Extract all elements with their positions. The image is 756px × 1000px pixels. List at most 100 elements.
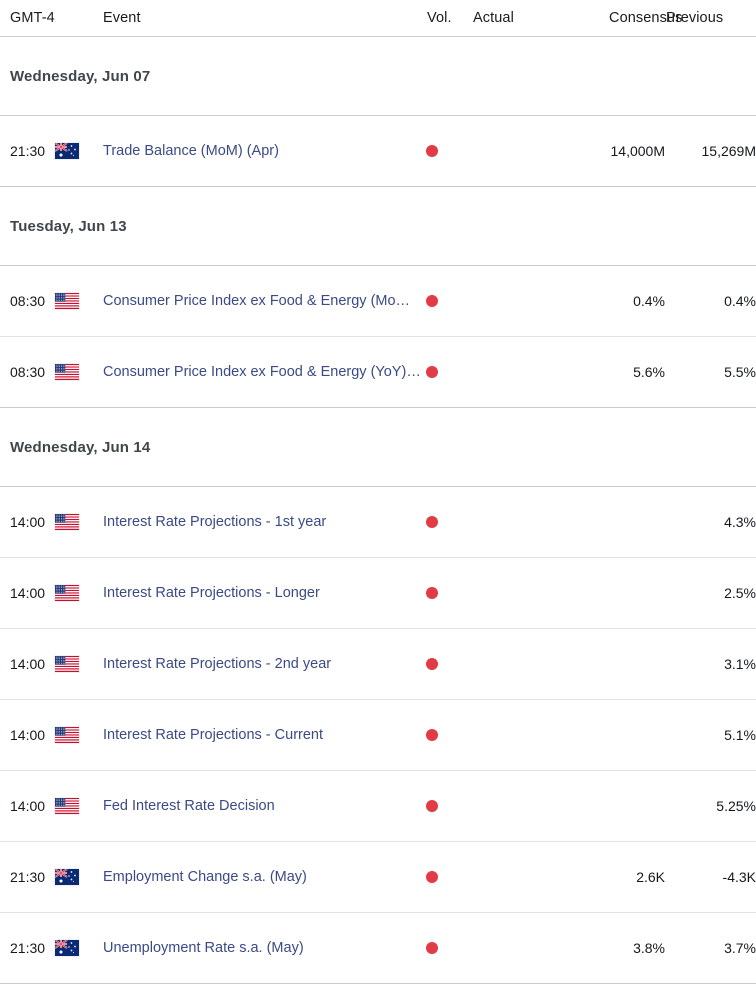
event-name-link[interactable]: Interest Rate Projections - 2nd year: [103, 656, 423, 672]
red-dot-icon: [426, 729, 438, 741]
day-header-band: Tuesday, Jun 13: [0, 187, 756, 265]
event-time: 21:30: [10, 869, 46, 885]
consensus-value: 2.6K: [636, 869, 665, 885]
consensus-value: 14,000M: [610, 143, 665, 159]
calendar-column-header: GMT-4 Event Vol. Actual Consensus Previo…: [0, 0, 756, 36]
volatility-cell: [423, 942, 473, 954]
flag-us-icon: [55, 585, 79, 601]
column-header-previous: Previous: [666, 10, 724, 26]
column-header-actual: Actual: [473, 10, 514, 26]
event-name-link[interactable]: Consumer Price Index ex Food & Energy (Y…: [103, 364, 423, 380]
event-time: 08:30: [10, 293, 46, 309]
country-flag-cell: [55, 514, 103, 530]
column-header-consensus: Consensus: [609, 10, 683, 26]
day-header-band: Wednesday, Jun 07: [0, 37, 756, 115]
day-header-band: Wednesday, Jun 14: [0, 408, 756, 486]
flag-us-icon: [55, 293, 79, 309]
previous-value: -4.3K: [722, 869, 756, 885]
red-dot-icon: [426, 145, 438, 157]
table-row[interactable]: 08:30 Consumer Price Index ex Food & Ener…: [0, 266, 756, 336]
previous-value: 15,269M: [701, 143, 756, 159]
volatility-cell: [423, 800, 473, 812]
day-header-label: Wednesday, Jun 07: [10, 67, 151, 85]
country-flag-cell: [55, 798, 103, 814]
volatility-cell: [423, 729, 473, 741]
previous-value: 5.25%: [716, 798, 756, 814]
country-flag-cell: [55, 293, 103, 309]
consensus-value: 5.6%: [633, 364, 665, 380]
event-time: 14:00: [10, 727, 46, 743]
table-row[interactable]: 08:30 Consumer Price Index ex Food & Ener…: [0, 337, 756, 407]
previous-value: 2.5%: [724, 585, 756, 601]
volatility-cell: [423, 366, 473, 378]
red-dot-icon: [426, 871, 438, 883]
economic-calendar: GMT-4 Event Vol. Actual Consensus Previo…: [0, 0, 756, 984]
table-row[interactable]: 14:00 Interest Rate Projections - Current…: [0, 700, 756, 770]
red-dot-icon: [426, 516, 438, 528]
table-row[interactable]: 14:00 Interest Rate Projections - Longer 2…: [0, 558, 756, 628]
event-time: 14:00: [10, 798, 46, 814]
event-time: 08:30: [10, 364, 46, 380]
red-dot-icon: [426, 295, 438, 307]
table-row[interactable]: 21:30 Unemployment Rate s.a. (May) 3.8% 3.7…: [0, 913, 756, 983]
volatility-cell: [423, 295, 473, 307]
row-divider: [0, 983, 756, 984]
table-row[interactable]: 14:00 Fed Interest Rate Decision 5.25%: [0, 771, 756, 841]
flag-au-icon: [55, 940, 79, 956]
event-time: 21:30: [10, 940, 46, 956]
volatility-cell: [423, 871, 473, 883]
event-name-link[interactable]: Interest Rate Projections - Longer: [103, 585, 423, 601]
red-dot-icon: [426, 800, 438, 812]
event-name-link[interactable]: Trade Balance (MoM) (Apr): [103, 143, 423, 159]
table-row[interactable]: 14:00 Interest Rate Projections - 1st yea…: [0, 487, 756, 557]
country-flag-cell: [55, 940, 103, 956]
event-name-link[interactable]: Unemployment Rate s.a. (May): [103, 940, 423, 956]
event-time: 14:00: [10, 585, 46, 601]
volatility-cell: [423, 587, 473, 599]
flag-us-icon: [55, 364, 79, 380]
country-flag-cell: [55, 869, 103, 885]
volatility-cell: [423, 658, 473, 670]
flag-us-icon: [55, 798, 79, 814]
previous-value: 0.4%: [724, 293, 756, 309]
column-header-timezone: GMT-4: [10, 10, 55, 26]
event-time: 21:30: [10, 143, 46, 159]
calendar-body: Wednesday, Jun 07 21:30 Trade Balance (MoM…: [0, 37, 756, 984]
event-name-link[interactable]: Consumer Price Index ex Food & Energy (M…: [103, 293, 423, 309]
previous-value: 3.7%: [724, 940, 756, 956]
table-row[interactable]: 14:00 Interest Rate Projections - 2nd yea…: [0, 629, 756, 699]
previous-value: 5.5%: [724, 364, 756, 380]
column-header-volatility: Vol.: [427, 10, 452, 26]
country-flag-cell: [55, 364, 103, 380]
previous-value: 4.3%: [724, 514, 756, 530]
event-name-link[interactable]: Fed Interest Rate Decision: [103, 798, 423, 814]
red-dot-icon: [426, 587, 438, 599]
column-header-event: Event: [103, 10, 141, 26]
country-flag-cell: [55, 656, 103, 672]
country-flag-cell: [55, 727, 103, 743]
red-dot-icon: [426, 942, 438, 954]
flag-us-icon: [55, 727, 79, 743]
flag-us-icon: [55, 514, 79, 530]
flag-au-icon: [55, 869, 79, 885]
table-row[interactable]: 21:30 Trade Balance (MoM) (Apr) 14,000M 15,…: [0, 116, 756, 186]
event-time: 14:00: [10, 656, 46, 672]
country-flag-cell: [55, 143, 103, 159]
event-name-link[interactable]: Interest Rate Projections - 1st year: [103, 514, 423, 530]
event-time: 14:00: [10, 514, 46, 530]
country-flag-cell: [55, 585, 103, 601]
event-name-link[interactable]: Interest Rate Projections - Current: [103, 727, 423, 743]
consensus-value: 3.8%: [633, 940, 665, 956]
volatility-cell: [423, 516, 473, 528]
day-header-label: Wednesday, Jun 14: [10, 438, 151, 456]
consensus-value: 0.4%: [633, 293, 665, 309]
table-row[interactable]: 21:30 Employment Change s.a. (May) 2.6K -4.…: [0, 842, 756, 912]
event-name-link[interactable]: Employment Change s.a. (May): [103, 869, 423, 885]
day-header-label: Tuesday, Jun 13: [10, 217, 127, 235]
flag-au-icon: [55, 143, 79, 159]
red-dot-icon: [426, 366, 438, 378]
previous-value: 5.1%: [724, 727, 756, 743]
flag-us-icon: [55, 656, 79, 672]
volatility-cell: [423, 145, 473, 157]
previous-value: 3.1%: [724, 656, 756, 672]
